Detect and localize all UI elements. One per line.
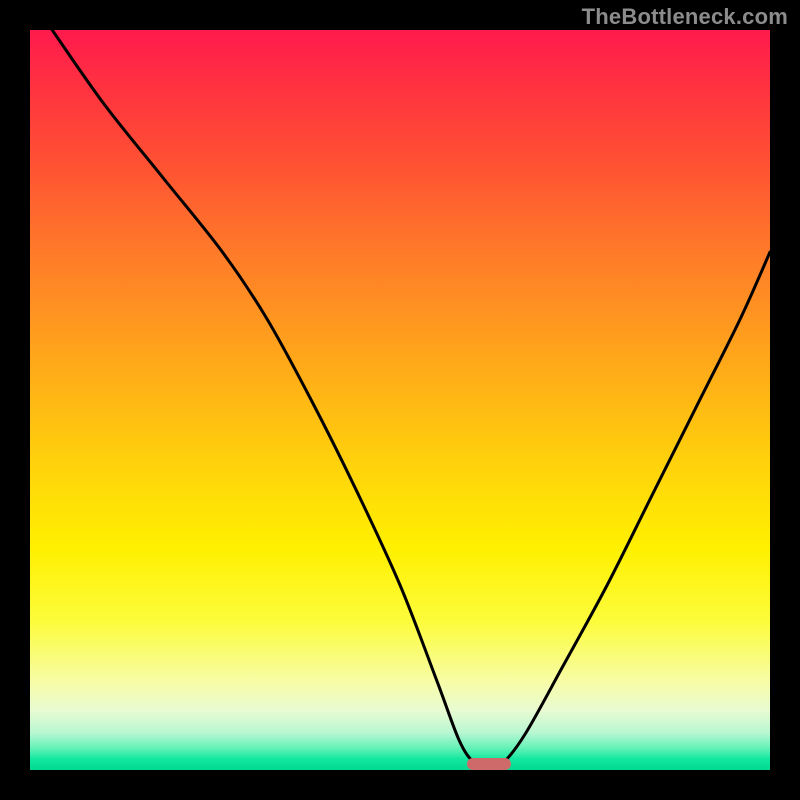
watermark-text: TheBottleneck.com — [582, 4, 788, 30]
plot-area — [30, 30, 770, 770]
optimum-marker — [467, 758, 511, 770]
bottleneck-curve — [30, 30, 770, 770]
chart-frame: TheBottleneck.com — [0, 0, 800, 800]
